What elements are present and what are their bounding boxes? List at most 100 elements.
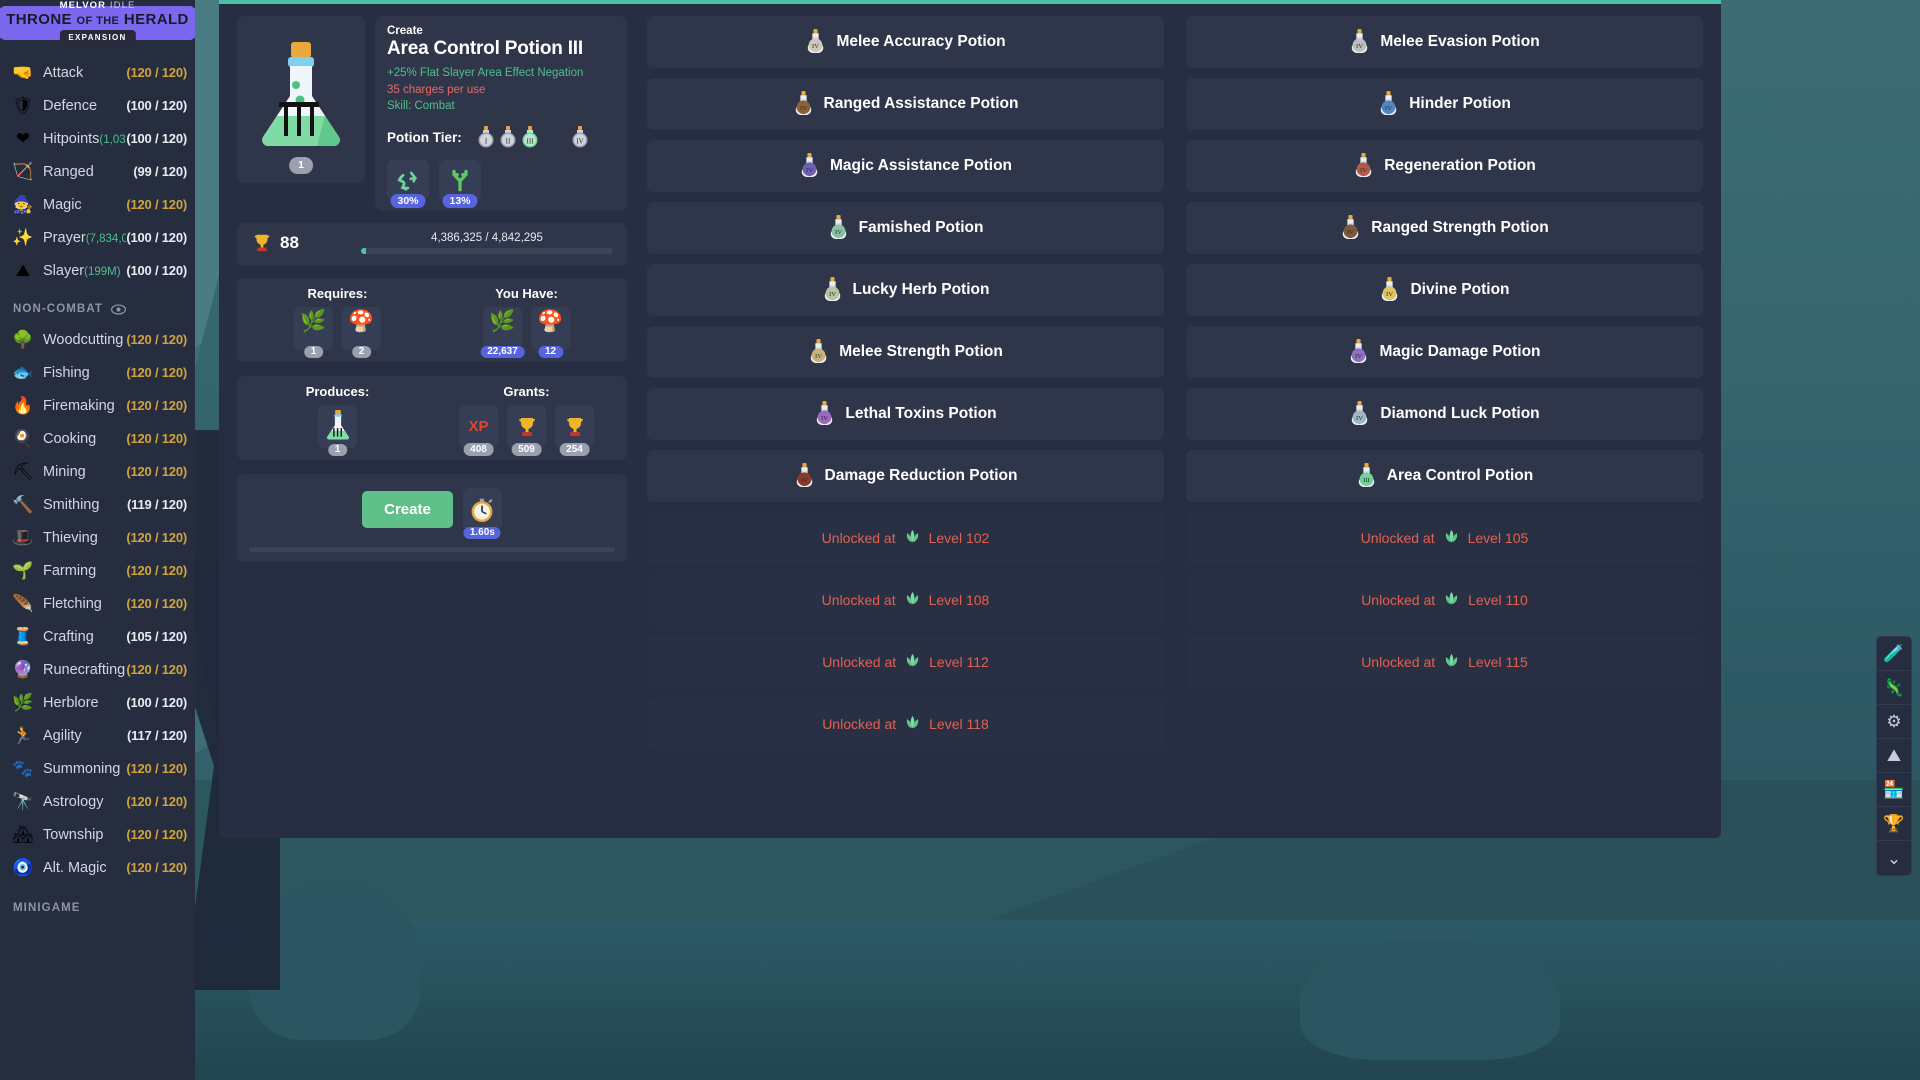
- potion-tier-iii-icon[interactable]: III: [519, 124, 541, 150]
- sidebar-item-fishing[interactable]: 🐟Fishing(120 / 120): [0, 356, 195, 389]
- potion-quick-icon[interactable]: 🧪: [1877, 637, 1911, 671]
- sidebar-item-prayer[interactable]: ✨Prayer(7,834,048)(100 / 120): [0, 221, 195, 254]
- potion-item[interactable]: IV Ranged Assistance Potion: [647, 78, 1164, 130]
- empty-cell: [1186, 698, 1703, 750]
- potion-item[interactable]: IV Regeneration Potion: [1186, 140, 1703, 192]
- sidebar-item-crafting[interactable]: 🧵Crafting(105 / 120): [0, 620, 195, 653]
- altmagic-icon: 🧿: [12, 857, 34, 879]
- potion-bottle-icon: IV: [794, 462, 815, 491]
- potion-tier-label: Potion Tier:: [387, 130, 462, 145]
- potion-item[interactable]: IV Melee Accuracy Potion: [647, 16, 1164, 68]
- create-label: Create: [387, 25, 615, 37]
- eye-icon[interactable]: [111, 304, 126, 315]
- potion-tier-iv-icon[interactable]: IV: [569, 124, 591, 150]
- potion-name: Magic Assistance Potion: [830, 157, 1012, 175]
- svg-text:IV: IV: [1355, 352, 1362, 359]
- sidebar-item-cooking[interactable]: 🍳Cooking(120 / 120): [0, 422, 195, 455]
- recycle-icon[interactable]: 30%: [387, 160, 429, 200]
- sidebar-item-label: Cooking: [43, 431, 126, 447]
- sidebar-item-runecrafting[interactable]: 🔮Runecrafting(120 / 120): [0, 653, 195, 686]
- potion-flask-iii-icon[interactable]: 1: [318, 405, 357, 448]
- mushroom-icon[interactable]: 🍄2: [342, 307, 381, 350]
- xp-icon[interactable]: XP408: [459, 405, 498, 448]
- sidebar-item-astrology[interactable]: 🔭Astrology(120 / 120): [0, 785, 195, 818]
- right-quick-toolbar: 🧪🦎⚙⛰🏪🏆⌄: [1876, 636, 1912, 876]
- sidebar-item-slayer[interactable]: ⛰Slayer(199M)(100 / 120): [0, 254, 195, 287]
- create-info-card: Create Area Control Potion III +25% Flat…: [375, 16, 627, 211]
- potion-item[interactable]: IV Damage Reduction Potion: [647, 450, 1164, 502]
- split-arrows-icon[interactable]: 13%: [439, 160, 481, 200]
- campfire-icon: 🔥: [12, 395, 34, 417]
- herblore-panel: 1 Create Area Control Potion III +25% Fl…: [219, 0, 1721, 838]
- potion-tier-i-icon[interactable]: I: [475, 124, 497, 150]
- sidebar-item-ranged[interactable]: 🏹Ranged(99 / 120): [0, 155, 195, 188]
- sidebar-item-defence[interactable]: 🛡Defence(100 / 120): [0, 89, 195, 122]
- sidebar-item-label: Summoning: [43, 761, 126, 777]
- sidebar-item-smithing[interactable]: 🔨Smithing(119 / 120): [0, 488, 195, 521]
- herb-icon[interactable]: 🌿1: [294, 307, 333, 350]
- svg-text:IV: IV: [1360, 166, 1367, 173]
- potion-item[interactable]: IV Lethal Toxins Potion: [647, 388, 1164, 440]
- sidebar-item-thieving[interactable]: 🎩Thieving(120 / 120): [0, 521, 195, 554]
- locked-level: Level 105: [1468, 530, 1529, 546]
- sidebar-item-farming[interactable]: 🌱Farming(120 / 120): [0, 554, 195, 587]
- sidebar-item-label: Hitpoints(1,030): [43, 131, 126, 147]
- settings-gear-icon[interactable]: ⚙: [1877, 705, 1911, 739]
- mastery-trophy-icon[interactable]: 509: [507, 405, 546, 448]
- potion-item[interactable]: IV Magic Damage Potion: [1186, 326, 1703, 378]
- grants-label: Grants:: [432, 384, 621, 399]
- potion-item[interactable]: IV Famished Potion: [647, 202, 1164, 254]
- locked-prefix: Unlocked at: [1361, 654, 1435, 670]
- sidebar-item-level: (99 / 120): [133, 164, 187, 179]
- sidebar-item-level: (120 / 120): [126, 596, 187, 611]
- sidebar-item-herblore[interactable]: 🌿Herblore(100 / 120): [0, 686, 195, 719]
- sidebar-item-mining[interactable]: ⛏Mining(120 / 120): [0, 455, 195, 488]
- potion-item[interactable]: IV Lucky Herb Potion: [647, 264, 1164, 316]
- charges-line: 35 charges per use: [387, 82, 615, 99]
- sidebar-item-agility[interactable]: 🏃Agility(117 / 120): [0, 719, 195, 752]
- sidebar-item-hitpoints[interactable]: ❤Hitpoints(1,030)(100 / 120): [0, 122, 195, 155]
- effect-line: +25% Flat Slayer Area Effect Negation: [387, 65, 615, 82]
- sidebar-item-attack[interactable]: 🤜Attack(120 / 120): [0, 56, 195, 89]
- sidebar-item-firemaking[interactable]: 🔥Firemaking(120 / 120): [0, 389, 195, 422]
- potion-item[interactable]: IV Melee Evasion Potion: [1186, 16, 1703, 68]
- svg-text:IV: IV: [576, 138, 583, 146]
- sidebar-item-label: Defence: [43, 98, 126, 114]
- sidebar-item-label: Firemaking: [43, 398, 126, 414]
- create-button[interactable]: Create: [362, 491, 453, 528]
- potion-item[interactable]: IV Magic Assistance Potion: [647, 140, 1164, 192]
- chevron-down-icon[interactable]: ⌄: [1877, 841, 1911, 875]
- trophy-quick-icon[interactable]: 🏆: [1877, 807, 1911, 841]
- potion-item[interactable]: III Area Control Potion: [1186, 450, 1703, 502]
- summon-quick-icon[interactable]: 🦎: [1877, 671, 1911, 705]
- sidebar-item-woodcutting[interactable]: 🌳Woodcutting(120 / 120): [0, 323, 195, 356]
- mastery-hill-icon[interactable]: ⛰: [1877, 739, 1911, 773]
- mushroom-icon[interactable]: 🍄12: [531, 307, 570, 350]
- potion-bottle-icon: IV: [828, 214, 849, 243]
- herblore-leaf-icon: [1443, 529, 1460, 548]
- xp-label: XP: [468, 418, 488, 435]
- sidebar-item-magic[interactable]: 🧙Magic(120 / 120): [0, 188, 195, 221]
- sidebar-item-label: Fletching: [43, 596, 126, 612]
- potion-bottle-icon: IV: [1340, 214, 1361, 243]
- sidebar-item-township[interactable]: 🏘Township(120 / 120): [0, 818, 195, 851]
- potion-item[interactable]: IV Hinder Potion: [1186, 78, 1703, 130]
- sidebar: M MELVOR IDLE THRONE OF THE HERALD EXPAN…: [0, 0, 195, 1080]
- potion-preview-card[interactable]: 1: [237, 16, 365, 183]
- potion-tier-ii-icon[interactable]: II: [497, 124, 519, 150]
- fletching-icon: 🪶: [12, 593, 34, 615]
- requires-label: Requires:: [243, 286, 432, 301]
- sidebar-item-summoning[interactable]: 🐾Summoning(120 / 120): [0, 752, 195, 785]
- sparkle-icon: ✨: [12, 227, 34, 249]
- potion-item[interactable]: IV Melee Strength Potion: [647, 326, 1164, 378]
- expansion-title-b: HERALD: [124, 11, 189, 28]
- sidebar-item-level: (120 / 120): [126, 662, 187, 677]
- potion-item[interactable]: IV Ranged Strength Potion: [1186, 202, 1703, 254]
- sidebar-item-fletching[interactable]: 🪶 Fletching(120 / 120): [0, 587, 195, 620]
- potion-item[interactable]: IV Divine Potion: [1186, 264, 1703, 316]
- mastery-pool-icon[interactable]: 254: [555, 405, 594, 448]
- shop-icon[interactable]: 🏪: [1877, 773, 1911, 807]
- herb-icon[interactable]: 🌿22,637: [483, 307, 522, 350]
- sidebar-item-alt-magic[interactable]: 🧿Alt. Magic(120 / 120): [0, 851, 195, 884]
- potion-item[interactable]: IV Diamond Luck Potion: [1186, 388, 1703, 440]
